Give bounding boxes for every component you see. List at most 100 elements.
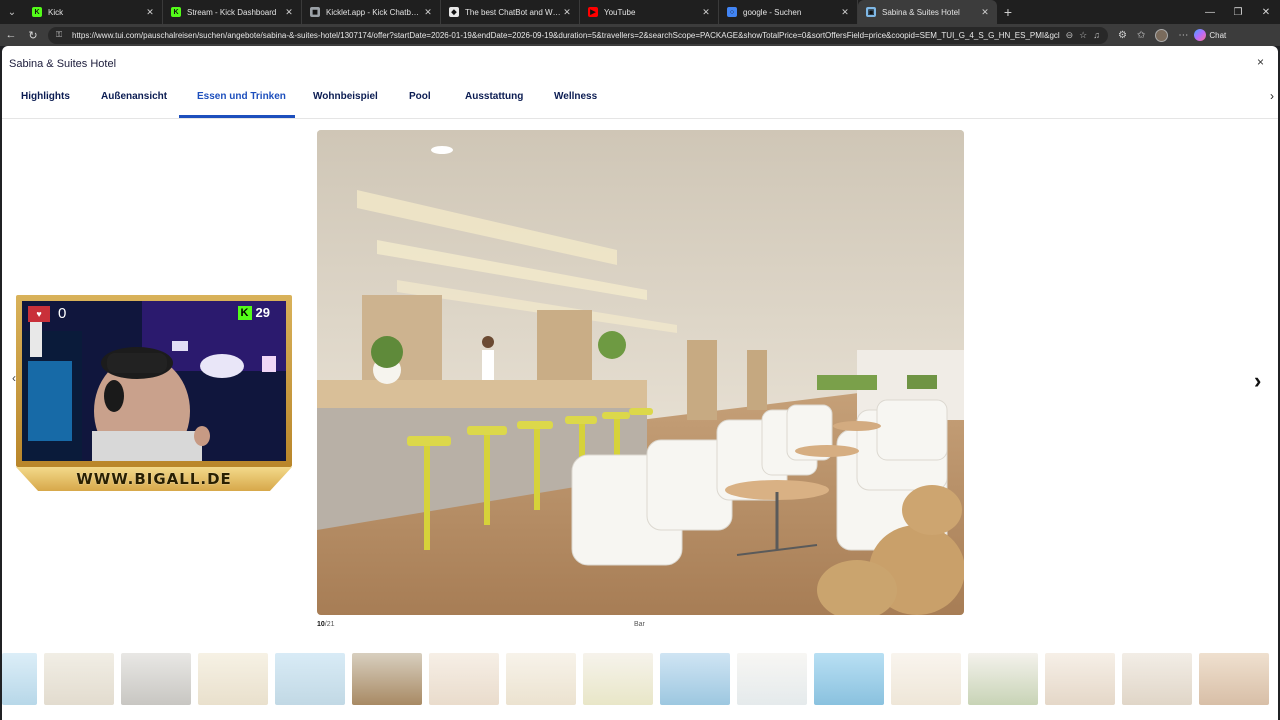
window-controls: — ❐ ✕ — [1196, 0, 1280, 24]
chat-label: Chat — [1209, 30, 1227, 40]
close-icon[interactable]: × — [1257, 55, 1264, 69]
image-caption: Bar — [634, 621, 645, 628]
tab-favicon-icon: ○ — [727, 7, 737, 17]
browser-tab[interactable]: ▣ Sabina & Suites Hotel ✕ — [858, 0, 997, 24]
webcam-hud-left: ♥ 0 — [28, 305, 66, 322]
active-tab-indicator — [179, 115, 295, 118]
tab-title: YouTube — [604, 7, 636, 17]
close-tab-icon[interactable]: ✕ — [422, 7, 434, 18]
close-window-icon[interactable]: ✕ — [1252, 0, 1280, 24]
tab-title: Sabina & Suites Hotel — [882, 7, 960, 17]
browser-tab[interactable]: ▶ YouTube ✕ — [580, 0, 719, 24]
thumbnail[interactable] — [2, 653, 37, 705]
browser-tab[interactable]: ◼ Kicklet.app - Kick Chatbot and Ov✕ — [302, 0, 441, 24]
thumbnail-current[interactable] — [352, 653, 422, 705]
bar-lounge-illustration — [317, 130, 964, 615]
bell-icon[interactable]: ♫ — [1093, 30, 1100, 41]
thumbnail[interactable] — [1122, 653, 1192, 705]
tab-title: Kicklet.app - Kick Chatbot and Ov — [326, 7, 422, 17]
copilot-icon — [1194, 29, 1207, 41]
tab-list-chevron-icon[interactable]: ⌄ — [0, 0, 24, 24]
browser-tab-bar: ⌄ K Kick ✕ K Stream - Kick Dashboard ✕ ◼ Kickle… — [0, 0, 1280, 24]
webcam-hud-right: K 29 — [237, 305, 270, 320]
browser-tab[interactable]: K Stream - Kick Dashboard ✕ — [163, 0, 302, 24]
main-gallery-image[interactable] — [317, 130, 964, 615]
thumbnail[interactable] — [506, 653, 576, 705]
thumbnail[interactable] — [1199, 653, 1269, 705]
tab-highlights[interactable]: Highlights — [21, 91, 70, 102]
counter-current: 10 — [317, 621, 325, 628]
browser-nav-bar: ← ↻ ⚿ https://www.tui.com/pauschalreisen… — [0, 24, 1280, 46]
site-info-icon[interactable]: ⚿ — [56, 30, 66, 40]
tab-favicon-icon: K — [32, 7, 42, 17]
address-url[interactable]: https://www.tui.com/pauschalreisen/suche… — [72, 31, 1060, 40]
banner-text: WWW.BIGALL.DE — [76, 470, 232, 488]
thumbnail[interactable] — [44, 653, 114, 705]
thumbnail[interactable] — [660, 653, 730, 705]
tab-wohnbeispiel[interactable]: Wohnbeispiel — [313, 91, 378, 102]
tab-pool[interactable]: Pool — [409, 91, 431, 102]
webcam-frame: ♥ 0 K 29 — [16, 295, 292, 467]
close-tab-icon[interactable]: ✕ — [700, 7, 712, 18]
close-tab-icon[interactable]: ✕ — [144, 7, 156, 18]
thumbnail[interactable] — [1045, 653, 1115, 705]
more-menu-icon[interactable]: ⋯ — [1178, 30, 1188, 41]
webcam-overlay: ♥ 0 K 29 WWW.BIGALL.DE — [16, 295, 292, 493]
thumbnail[interactable] — [121, 653, 191, 705]
modal-title: Sabina & Suites Hotel — [9, 58, 117, 70]
thumbnail[interactable] — [968, 653, 1038, 705]
thumbnail[interactable] — [814, 653, 884, 705]
browser-tab[interactable]: K Kick ✕ — [24, 0, 163, 24]
tab-ausstattung[interactable]: Ausstattung — [465, 91, 523, 102]
next-image-chevron-icon[interactable]: › — [1254, 368, 1261, 394]
block-icon[interactable]: ⊖ — [1066, 30, 1074, 41]
tab-favicon-icon: ◆ — [449, 7, 459, 17]
address-bar[interactable]: ⚿ https://www.tui.com/pauschalreisen/suc… — [48, 26, 1108, 44]
tab-aussenansicht[interactable]: Außenansicht — [101, 91, 167, 102]
new-tab-button[interactable]: + — [997, 0, 1019, 24]
thumbnail[interactable] — [275, 653, 345, 705]
webcam-banner: WWW.BIGALL.DE — [16, 467, 292, 491]
gallery-category-tabs: Highlights Außenansicht Essen und Trinke… — [2, 79, 1278, 119]
thumbnail[interactable] — [737, 653, 807, 705]
tab-title: google - Suchen — [743, 7, 802, 17]
close-tab-icon[interactable]: ✕ — [839, 7, 851, 18]
webcam-video: ♥ 0 K 29 — [22, 301, 286, 461]
tab-title: Stream - Kick Dashboard — [187, 7, 277, 17]
tab-favicon-icon: K — [171, 7, 181, 17]
kick-logo-icon: K — [237, 305, 252, 320]
tab-favicon-icon: ▣ — [866, 7, 876, 17]
tab-favicon-icon: ◼ — [310, 7, 320, 17]
tab-essen-und-trinken[interactable]: Essen und Trinken — [197, 91, 286, 102]
tabs-next-chevron-icon[interactable]: › — [1270, 89, 1274, 103]
counter-total: /21 — [324, 621, 335, 628]
favorite-star-icon[interactable]: ☆ — [1079, 30, 1087, 41]
thumbnail[interactable] — [891, 653, 961, 705]
left-counter: 0 — [58, 305, 67, 322]
favorites-icon[interactable]: ✩ — [1137, 30, 1145, 41]
thumbnail[interactable] — [583, 653, 653, 705]
browser-tab[interactable]: ○ google - Suchen ✕ — [719, 0, 858, 24]
extensions-icon[interactable]: ⚙ — [1118, 30, 1127, 41]
browser-tab[interactable]: ◆ The best ChatBot and Widgets fo✕ — [441, 0, 580, 24]
tab-title: The best ChatBot and Widgets fo — [465, 7, 561, 17]
webcam-scene-illustration — [22, 301, 286, 461]
heartbeat-icon: ♥ — [28, 305, 50, 322]
minimize-icon[interactable]: — — [1196, 0, 1224, 24]
image-counter: 10/21 — [317, 621, 335, 628]
viewer-count: 29 — [255, 305, 270, 320]
copilot-chat-button[interactable]: Chat — [1194, 29, 1226, 41]
profile-avatar[interactable] — [1155, 28, 1169, 42]
back-icon[interactable]: ← — [0, 24, 22, 46]
close-tab-icon[interactable]: ✕ — [283, 7, 295, 18]
tab-title: Kick — [48, 7, 64, 17]
tab-favicon-icon: ▶ — [588, 7, 598, 17]
close-tab-icon[interactable]: ✕ — [979, 7, 991, 18]
restore-icon[interactable]: ❐ — [1224, 0, 1252, 24]
thumbnail[interactable] — [429, 653, 499, 705]
thumbnail-strip — [2, 652, 1278, 706]
tab-wellness[interactable]: Wellness — [554, 91, 597, 102]
reload-icon[interactable]: ↻ — [22, 24, 44, 46]
thumbnail[interactable] — [198, 653, 268, 705]
close-tab-icon[interactable]: ✕ — [561, 7, 573, 18]
